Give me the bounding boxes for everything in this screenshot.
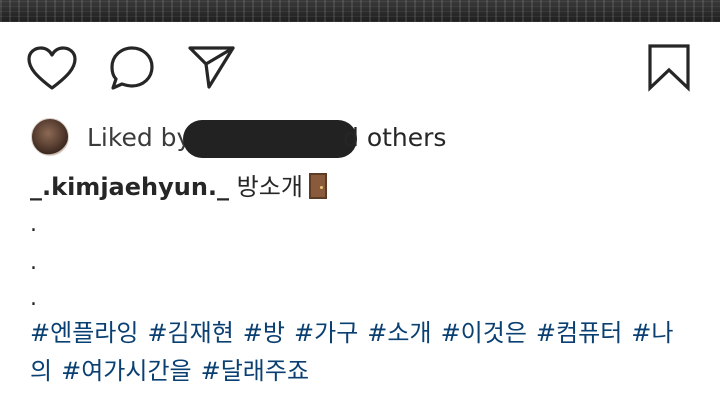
liked-by-label: Liked by <box>87 123 192 152</box>
comment-icon[interactable] <box>108 44 158 94</box>
paper-plane-icon[interactable] <box>186 42 238 92</box>
post-action-bar <box>0 40 720 96</box>
likes-partial-text: d <box>343 123 359 152</box>
hashtag-link[interactable]: #달래주죠 <box>201 357 309 385</box>
bookmark-icon[interactable] <box>646 42 692 94</box>
redacted-username-block <box>183 120 357 158</box>
caption-username[interactable]: _.kimjaehyun._ <box>30 173 229 201</box>
hashtag-link[interactable]: #가구 <box>294 319 358 347</box>
caption-dot: . <box>30 250 37 275</box>
door-emoji-icon <box>308 173 327 199</box>
hashtag-link[interactable]: #김재현 <box>147 319 233 347</box>
others-link[interactable]: others <box>367 123 447 152</box>
post-photo-bottom-edge[interactable] <box>0 0 720 22</box>
hashtag-link[interactable]: #여가시간을 <box>61 357 192 385</box>
post-caption: _.kimjaehyun._ 방소개 <box>30 170 327 204</box>
caption-text: 방소개 <box>236 173 303 201</box>
likes-tail-text: d others <box>343 121 446 155</box>
hashtag-link[interactable]: #방 <box>243 319 285 347</box>
caption-dot: . <box>30 286 37 311</box>
hashtag-link[interactable]: #소개 <box>367 319 431 347</box>
heart-icon[interactable] <box>26 45 78 91</box>
hashtag-link[interactable]: #엔플라잉 <box>30 319 138 347</box>
likes-summary[interactable]: Liked by d others <box>31 118 691 158</box>
hashtag-link[interactable]: #컴퓨터 <box>536 319 622 347</box>
hashtag-list: #엔플라잉 #김재현 #방 #가구 #소개 #이것은 #컴퓨터 #나의 #여가시간을 #달래주죠 <box>30 314 700 390</box>
likes-prefix-text: Liked by <box>87 121 191 155</box>
hashtag-link[interactable]: #이것은 <box>441 319 527 347</box>
liker-avatar[interactable] <box>31 118 69 156</box>
caption-dot: . <box>30 212 37 237</box>
